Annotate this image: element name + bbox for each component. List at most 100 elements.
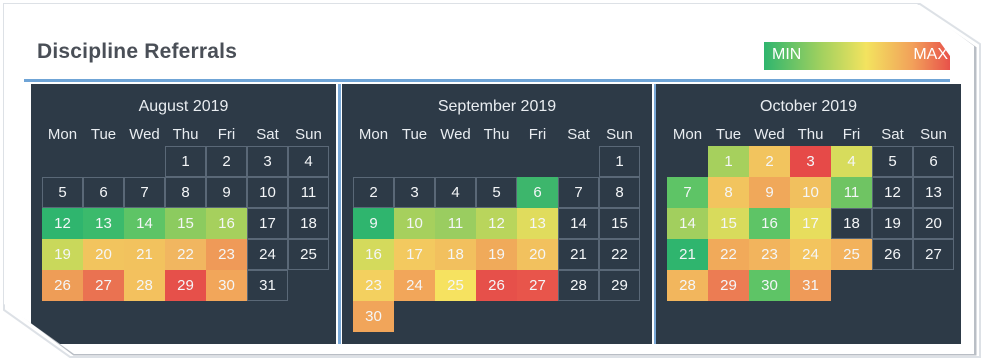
calendar-day-cell[interactable]: 16	[353, 239, 394, 270]
weekday-label: Mon	[47, 126, 78, 143]
weekday-label: Wed	[754, 126, 785, 143]
calendar-day-cell[interactable]: 31	[247, 270, 288, 301]
calendar-day-cell[interactable]: 24	[790, 239, 831, 270]
calendar-day-cell[interactable]: 22	[599, 239, 640, 270]
calendar-day-cell[interactable]: 29	[599, 270, 640, 301]
calendar-day-cell[interactable]: 18	[288, 208, 329, 239]
calendar-day-cell[interactable]: 3	[790, 146, 831, 177]
month-title: October 2019	[760, 98, 857, 115]
calendar-day-cell[interactable]: 28	[667, 270, 708, 301]
calendar-day-cell[interactable]: 18	[831, 208, 872, 239]
calendar-day-cell[interactable]: 19	[42, 239, 83, 270]
calendar-day-cell[interactable]: 5	[476, 177, 517, 208]
calendar-day-cell[interactable]: 22	[165, 239, 206, 270]
calendar-day-cell[interactable]: 28	[124, 270, 165, 301]
calendar-day-cell[interactable]: 1	[599, 146, 640, 177]
calendar-day-cell[interactable]: 15	[599, 208, 640, 239]
calendar-day-cell[interactable]: 23	[749, 239, 790, 270]
calendar-day-cell[interactable]: 9	[206, 177, 247, 208]
calendar-day-cell[interactable]: 8	[165, 177, 206, 208]
calendar-day-cell[interactable]: 18	[435, 239, 476, 270]
calendar-day-cell[interactable]: 14	[124, 208, 165, 239]
calendar-day-cell[interactable]: 4	[435, 177, 476, 208]
calendar-day-cell[interactable]: 17	[247, 208, 288, 239]
calendar-day-cell[interactable]: 17	[790, 208, 831, 239]
weekday-label: Sat	[567, 126, 590, 143]
calendar-day-cell[interactable]: 19	[476, 239, 517, 270]
calendar-day-cell[interactable]: 26	[42, 270, 83, 301]
calendar-day-cell[interactable]: 20	[517, 239, 558, 270]
calendar-heatmap: August 2019 Mon Tue Wed Thu Fri Sat Sun 1 2 3 4 5 6 7 8…	[31, 84, 961, 344]
calendar-day-cell[interactable]: 3	[247, 146, 288, 177]
calendar-day-cell[interactable]: 25	[288, 239, 329, 270]
calendar-day-cell[interactable]: 11	[435, 208, 476, 239]
calendar-day-cell[interactable]: 10	[247, 177, 288, 208]
calendar-day-cell[interactable]: 27	[83, 270, 124, 301]
calendar-day-cell[interactable]: 12	[476, 208, 517, 239]
calendar-day-cell[interactable]: 23	[206, 239, 247, 270]
calendar-day-cell[interactable]: 21	[558, 239, 599, 270]
calendar-day-cell[interactable]: 14	[558, 208, 599, 239]
calendar-day-cell[interactable]: 13	[913, 177, 954, 208]
calendar-day-cell[interactable]: 22	[708, 239, 749, 270]
calendar-day-cell[interactable]: 19	[872, 208, 913, 239]
calendar-day-cell[interactable]: 13	[517, 208, 558, 239]
calendar-day-cell[interactable]: 1	[165, 146, 206, 177]
calendar-day-cell[interactable]: 11	[831, 177, 872, 208]
calendar-day-cell[interactable]: 2	[749, 146, 790, 177]
calendar-day-cell[interactable]: 12	[42, 208, 83, 239]
calendar-day-cell[interactable]: 1	[708, 146, 749, 177]
calendar-day-cell[interactable]: 7	[558, 177, 599, 208]
calendar-day-cell[interactable]: 4	[831, 146, 872, 177]
calendar-day-cell[interactable]: 30	[749, 270, 790, 301]
calendar-day-cell[interactable]: 20	[83, 239, 124, 270]
calendar-day-cell[interactable]: 14	[667, 208, 708, 239]
calendar-day-cell[interactable]: 17	[394, 239, 435, 270]
calendar-day-cell[interactable]: 9	[353, 208, 394, 239]
calendar-day-cell[interactable]: 24	[247, 239, 288, 270]
calendar-day-cell[interactable]: 16	[749, 208, 790, 239]
calendar-day-cell[interactable]: 6	[913, 146, 954, 177]
calendar-day-cell[interactable]: 5	[872, 146, 913, 177]
calendar-day-cell[interactable]: 8	[599, 177, 640, 208]
calendar-day-cell[interactable]: 15	[708, 208, 749, 239]
calendar-day-cell[interactable]: 29	[708, 270, 749, 301]
calendar-day-cell[interactable]: 12	[872, 177, 913, 208]
calendar-day-cell[interactable]: 27	[517, 270, 558, 301]
calendar-day-cell[interactable]: 6	[517, 177, 558, 208]
calendar-day-cell[interactable]: 25	[831, 239, 872, 270]
calendar-day-cell[interactable]: 27	[913, 239, 954, 270]
calendar-day-cell[interactable]: 15	[165, 208, 206, 239]
calendar-day-cell[interactable]: 24	[394, 270, 435, 301]
calendar-day-cell[interactable]: 2	[206, 146, 247, 177]
calendar-day-cell[interactable]: 25	[435, 270, 476, 301]
calendar-day-cell[interactable]: 26	[872, 239, 913, 270]
calendar-day-cell[interactable]: 20	[913, 208, 954, 239]
calendar-day-cell[interactable]: 28	[558, 270, 599, 301]
calendar-day-cell[interactable]: 9	[749, 177, 790, 208]
calendar-day-cell[interactable]: 3	[394, 177, 435, 208]
calendar-day-cell[interactable]: 7	[124, 177, 165, 208]
calendar-day-cell[interactable]: 16	[206, 208, 247, 239]
calendar-day-cell[interactable]: 2	[353, 177, 394, 208]
calendar-day-cell[interactable]: 23	[353, 270, 394, 301]
calendar-day-cell[interactable]: 4	[288, 146, 329, 177]
calendar-day-cell[interactable]: 11	[288, 177, 329, 208]
month-panel: October 2019 Mon Tue Wed Thu Fri Sat Sun 1 2 3 4 5 6 7…	[656, 84, 961, 344]
calendar-day-cell[interactable]: 21	[667, 239, 708, 270]
calendar-day-cell[interactable]: 31	[790, 270, 831, 301]
calendar-day-cell[interactable]: 10	[790, 177, 831, 208]
calendar-day-cell[interactable]: 13	[83, 208, 124, 239]
calendar-day-cell[interactable]: 8	[708, 177, 749, 208]
weekday-label: Sun	[295, 126, 322, 143]
calendar-day-cell[interactable]: 26	[476, 270, 517, 301]
calendar-day-cell[interactable]: 30	[206, 270, 247, 301]
calendar-day-cell[interactable]: 5	[42, 177, 83, 208]
calendar-day-cell[interactable]: 21	[124, 239, 165, 270]
min-max-color-legend: MIN MAX	[764, 42, 950, 70]
calendar-day-cell[interactable]: 30	[353, 301, 394, 332]
calendar-day-cell[interactable]: 6	[83, 177, 124, 208]
calendar-day-cell[interactable]: 29	[165, 270, 206, 301]
calendar-day-cell[interactable]: 7	[667, 177, 708, 208]
calendar-day-cell[interactable]: 10	[394, 208, 435, 239]
